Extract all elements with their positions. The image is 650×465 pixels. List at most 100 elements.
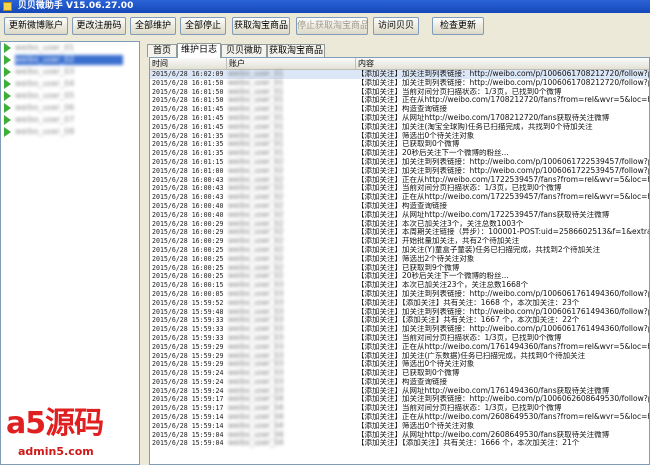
table-row[interactable]: 2015/6/28 16:00:25 weibo_user_02 【添加关注】加关注… [150, 246, 649, 255]
table-row[interactable]: 2015/6/28 16:01:45 weibo_user_01 【添加关注】构造查… [150, 105, 649, 114]
tab-taobao-goods[interactable]: 获取淘宝商品 [267, 44, 325, 57]
check-update-button[interactable]: 检查更新 [432, 17, 484, 35]
table-row[interactable]: 2015/6/28 16:02:09 weibo_user_01 【添加关注】加关注… [150, 70, 649, 79]
table-row[interactable]: 2015/6/28 15:59:52 weibo_user_03 【添加关注】【添加… [150, 299, 649, 308]
row-time: 2015/6/28 15:59:04 [152, 439, 224, 448]
maintain-all-button[interactable]: 全部维护 [130, 17, 176, 35]
tab-maintain-log[interactable]: 维护日志 [177, 43, 221, 58]
table-row[interactable]: 2015/6/28 16:00:15 weibo_user_03 【添加关注】本次已… [150, 281, 649, 290]
table-row[interactable]: 2015/6/28 15:59:48 weibo_user_03 【添加关注】加关注… [150, 308, 649, 317]
flag-icon [4, 43, 11, 53]
table-row[interactable]: 2015/6/28 15:59:29 weibo_user_03 【添加关注】筛选出… [150, 360, 649, 369]
app-icon [3, 2, 12, 11]
table-row[interactable]: 2015/6/28 15:59:33 weibo_user_03 【添加关注】【添加… [150, 316, 649, 325]
table-row[interactable]: 2015/6/28 16:01:50 weibo_user_01 【添加关注】当前对… [150, 88, 649, 97]
row-content: 【添加关注】加关注到列表链接：http://weibo.com/p/100606… [357, 307, 649, 316]
account-item[interactable]: weibo_user_04 [1, 78, 139, 90]
row-time: 2015/6/28 15:59:52 [152, 298, 224, 307]
row-account: weibo_user_02 [228, 245, 284, 254]
table-row[interactable]: 2015/6/28 16:01:00 weibo_user_02 【添加关注】加关注… [150, 167, 649, 176]
row-time: 2015/6/28 15:59:33 [152, 333, 224, 342]
flag-icon [4, 55, 11, 65]
table-row[interactable]: 2015/6/28 15:59:24 weibo_user_03 【添加关注】已获取… [150, 369, 649, 378]
table-row[interactable]: 2015/6/28 15:59:04 weibo_user_04 【添加关注】从网址… [150, 431, 649, 440]
row-content: 【添加关注】加关注到列表链接：http://weibo.com/p/100606… [357, 395, 649, 404]
log-grid[interactable]: 时间 账户 内容 2015/6/28 16:02:09 weibo_user_01… [149, 57, 650, 465]
table-row[interactable]: 2015/6/28 16:00:25 weibo_user_02 【添加关注】20秒… [150, 272, 649, 281]
row-content: 【添加关注】筛选出0个待关注对象 [357, 131, 475, 140]
row-time: 2015/6/28 16:00:25 [152, 254, 224, 263]
row-time: 2015/6/28 16:01:15 [152, 157, 224, 166]
row-account: weibo_user_01 [228, 87, 284, 96]
row-account: weibo_user_01 [228, 70, 284, 78]
row-account: weibo_user_01 [228, 96, 284, 105]
table-row[interactable]: 2015/6/28 16:01:15 weibo_user_02 【添加关注】加关注… [150, 158, 649, 167]
table-row[interactable]: 2015/6/28 15:59:24 weibo_user_03 【添加关注】从网址… [150, 387, 649, 396]
table-row[interactable]: 2015/6/28 16:01:35 weibo_user_01 【添加关注】已获取… [150, 140, 649, 149]
table-row[interactable]: 2015/6/28 15:59:14 weibo_user_04 【添加关注】筛选出… [150, 422, 649, 431]
row-account: weibo_user_01 [228, 122, 284, 131]
row-account: weibo_user_01 [228, 149, 284, 158]
table-row[interactable]: 2015/6/28 16:00:25 weibo_user_02 【添加关注】已获取… [150, 264, 649, 273]
account-item[interactable]: weibo_user_01 [1, 42, 139, 54]
visit-beibei-button[interactable]: 访问贝贝 [373, 17, 419, 35]
row-time: 2015/6/28 15:59:29 [152, 342, 224, 351]
row-content: 【添加关注】加关注到列表链接：http://weibo.com/p/100606… [357, 70, 649, 78]
flag-icon [4, 91, 11, 101]
table-row[interactable]: 2015/6/28 16:00:43 weibo_user_02 【添加关注】正在从… [150, 193, 649, 202]
grid-body: 2015/6/28 16:02:09 weibo_user_01 【添加关注】加关注… [150, 70, 649, 448]
row-account: weibo_user_02 [228, 201, 284, 210]
table-row[interactable]: 2015/6/28 16:00:05 weibo_user_03 【添加关注】加关注… [150, 290, 649, 299]
account-item[interactable]: weibo_user_07 [1, 114, 139, 126]
table-row[interactable]: 2015/6/28 16:00:40 weibo_user_02 【添加关注】构造查… [150, 202, 649, 211]
account-item[interactable]: weibo_user_08 [1, 126, 139, 138]
account-item[interactable]: weibo_user_02 [1, 54, 139, 66]
header-time[interactable]: 时间 [150, 58, 227, 69]
account-list[interactable]: weibo_user_01 weibo_user_02 weibo_user_0… [0, 41, 140, 465]
table-row[interactable]: 2015/6/28 16:01:35 weibo_user_01 【添加关注】筛选出… [150, 132, 649, 141]
table-row[interactable]: 2015/6/28 16:00:43 weibo_user_02 【添加关注】正在从… [150, 176, 649, 185]
table-row[interactable]: 2015/6/28 16:01:45 weibo_user_01 【添加关注】从网址… [150, 114, 649, 123]
table-row[interactable]: 2015/6/28 15:59:17 weibo_user_04 【添加关注】加关注… [150, 395, 649, 404]
table-row[interactable]: 2015/6/28 16:00:40 weibo_user_02 【添加关注】从网址… [150, 211, 649, 220]
row-time: 2015/6/28 15:59:14 [152, 421, 224, 430]
row-content: 【添加关注】加关注(淘宝全球购)任务已扫描完成，共找到0个待加关注 [357, 122, 593, 131]
row-time: 2015/6/28 15:59:48 [152, 307, 224, 316]
header-account[interactable]: 账户 [227, 58, 356, 69]
table-row[interactable]: 2015/6/28 15:59:33 weibo_user_03 【添加关注】当前对… [150, 334, 649, 343]
tab-beibei-assistant[interactable]: 贝贝微助手 [221, 44, 267, 68]
update-weibo-accounts-button[interactable]: 更新微博账户 [4, 17, 68, 35]
table-row[interactable]: 2015/6/28 16:00:29 weibo_user_02 【添加关注】本周期… [150, 228, 649, 237]
change-reg-code-button[interactable]: 更改注册码 [72, 17, 126, 35]
account-item[interactable]: weibo_user_06 [1, 102, 139, 114]
row-content: 【添加关注】正在从http://weibo.com/1761494360/fan… [357, 342, 649, 351]
header-content[interactable]: 内容 [356, 58, 649, 69]
table-row[interactable]: 2015/6/28 15:59:33 weibo_user_03 【添加关注】加关注… [150, 325, 649, 334]
stop-get-taobao-goods-button[interactable]: 停止获取淘宝商品 [296, 17, 368, 35]
table-row[interactable]: 2015/6/28 16:01:50 weibo_user_01 【添加关注】加关注… [150, 79, 649, 88]
row-content: 【添加关注】构造查询链接 [357, 105, 447, 114]
tab-home[interactable]: 首页 [147, 44, 177, 57]
table-row[interactable]: 2015/6/28 15:59:17 weibo_user_04 【添加关注】当前对… [150, 404, 649, 413]
table-row[interactable]: 2015/6/28 16:01:50 weibo_user_01 【添加关注】正在从… [150, 96, 649, 105]
stop-all-button[interactable]: 全部停止 [180, 17, 226, 35]
table-row[interactable]: 2015/6/28 16:01:45 weibo_user_01 【添加关注】加关注… [150, 123, 649, 132]
row-content: 【添加关注】构造查询链接 [357, 201, 447, 210]
get-taobao-goods-button[interactable]: 获取淘宝商品 [232, 17, 290, 35]
table-row[interactable]: 2015/6/28 15:59:14 weibo_user_04 【添加关注】正在从… [150, 413, 649, 422]
table-row[interactable]: 2015/6/28 15:59:24 weibo_user_03 【添加关注】构造查… [150, 378, 649, 387]
table-row[interactable]: 2015/6/28 15:59:29 weibo_user_03 【添加关注】正在从… [150, 343, 649, 352]
table-row[interactable]: 2015/6/28 15:59:29 weibo_user_03 【添加关注】加关注… [150, 352, 649, 361]
table-row[interactable]: 2015/6/28 16:00:29 weibo_user_02 【添加关注】开始批… [150, 237, 649, 246]
row-time: 2015/6/28 16:01:35 [152, 131, 224, 140]
table-row[interactable]: 2015/6/28 15:59:04 weibo_user_04 【添加关注】【添加… [150, 439, 649, 448]
table-row[interactable]: 2015/6/28 16:00:43 weibo_user_02 【添加关注】当前对… [150, 184, 649, 193]
table-row[interactable]: 2015/6/28 16:00:29 weibo_user_02 【添加关注】本次已… [150, 220, 649, 229]
row-content: 【添加关注】加关注到列表链接：http://weibo.com/p/100606… [357, 289, 649, 298]
row-content: 【添加关注】加关注到列表链接：http://weibo.com/p/100606… [357, 325, 649, 334]
account-item[interactable]: weibo_user_03 [1, 66, 139, 78]
account-item[interactable]: weibo_user_05 [1, 90, 139, 102]
table-row[interactable]: 2015/6/28 16:01:35 weibo_user_01 【添加关注】20秒… [150, 149, 649, 158]
table-row[interactable]: 2015/6/28 16:00:25 weibo_user_02 【添加关注】筛选出… [150, 255, 649, 264]
row-content: 【添加关注】开始批量加关注，共有2个待加关注 [357, 237, 520, 246]
